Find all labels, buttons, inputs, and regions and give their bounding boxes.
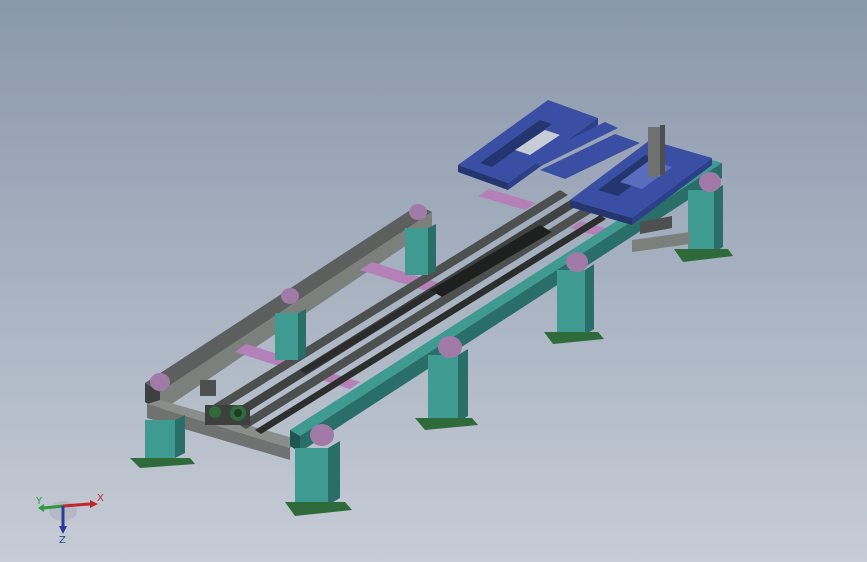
z-axis-label: Z [59, 535, 66, 546]
y-axis-label: Y [35, 496, 43, 507]
x-axis-arrow-icon [62, 502, 91, 508]
orientation-triad: X Y Z [35, 493, 104, 546]
3d-model-view[interactable] [0, 0, 867, 562]
cad-viewport[interactable]: X Y Z [0, 0, 867, 562]
x-axis-label: X [97, 493, 104, 504]
vertical-post[interactable] [648, 125, 665, 177]
y-axis-arrow-icon [43, 504, 64, 510]
